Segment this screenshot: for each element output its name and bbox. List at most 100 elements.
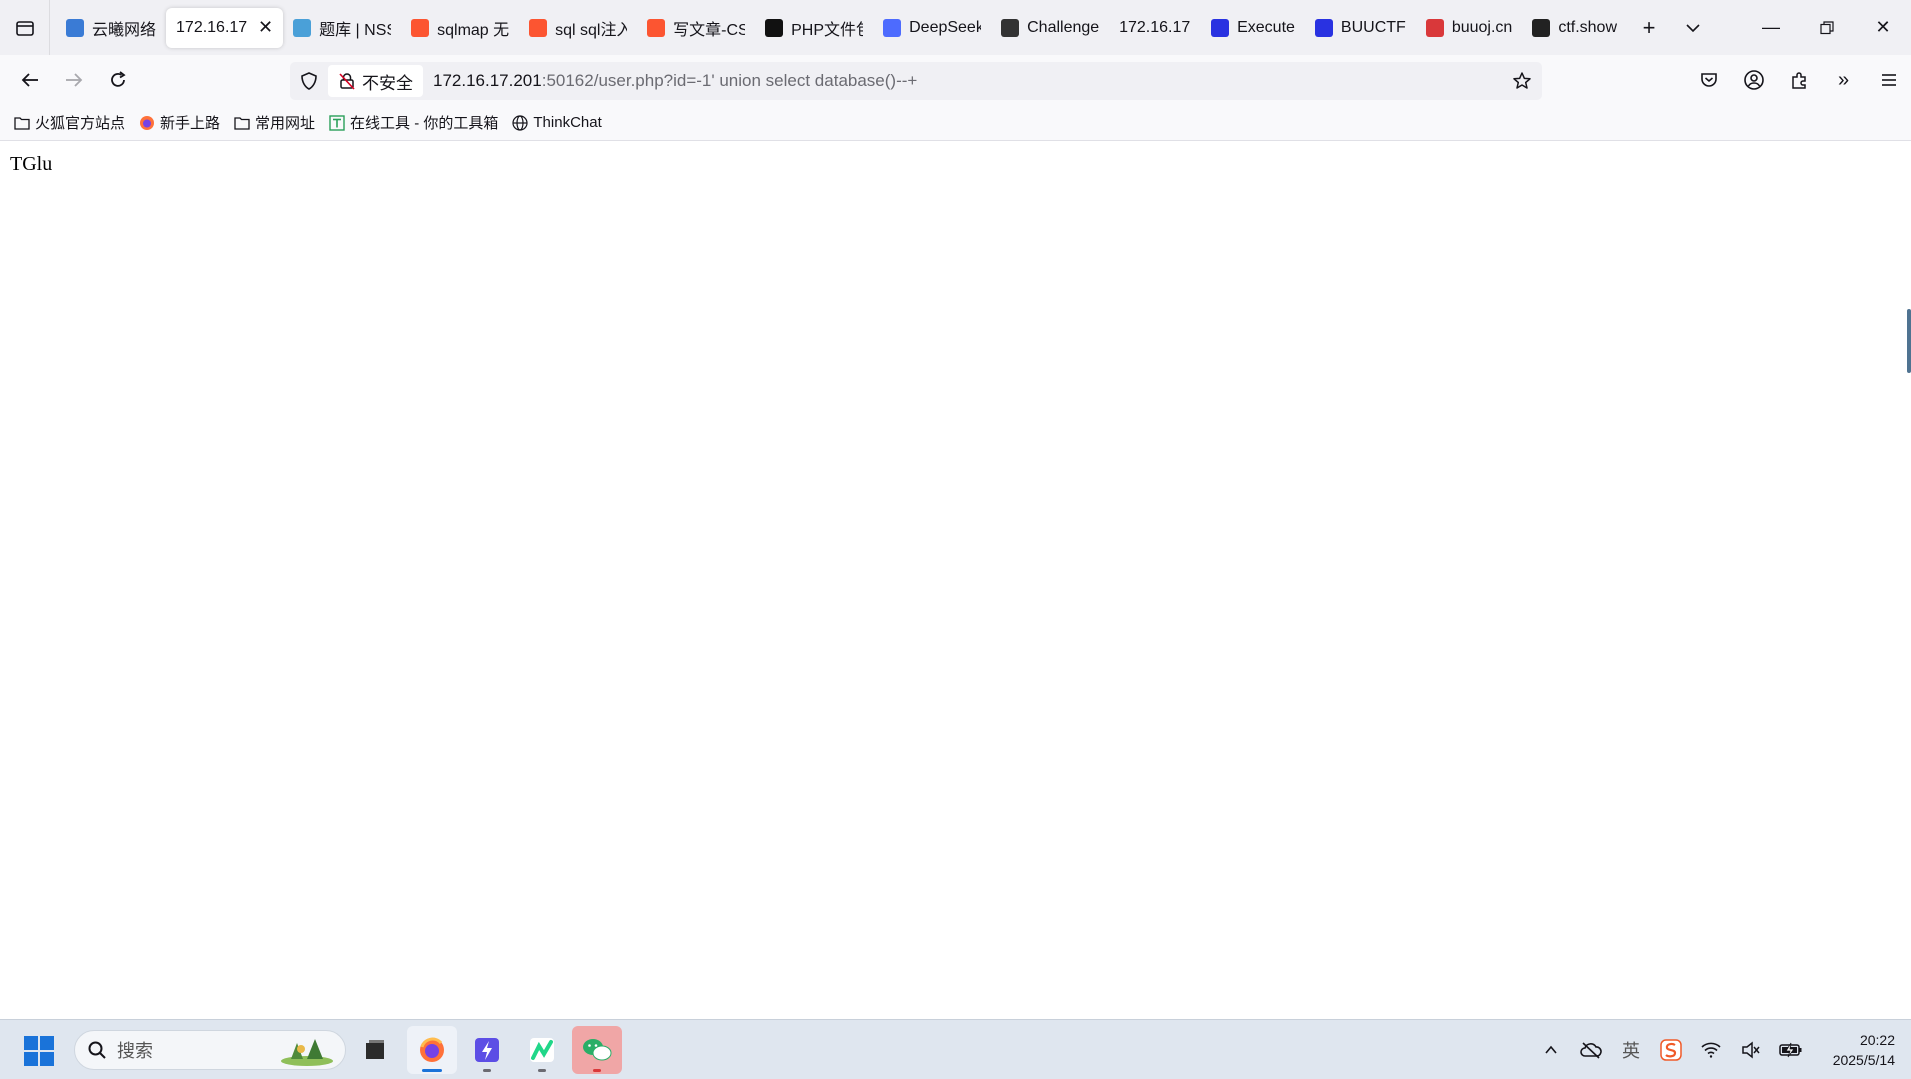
firefox-icon — [139, 115, 155, 131]
clock-date: 2025/5/14 — [1832, 1052, 1895, 1068]
system-tray: 英 20:22 2025/5/14 — [1531, 1020, 1911, 1079]
tab-11[interactable]: BUUCTF — [1305, 8, 1416, 48]
tab-12[interactable]: buuoj.cn — [1416, 8, 1523, 48]
taskbar-app-firefox[interactable] — [407, 1026, 457, 1074]
chevron-down-icon — [1686, 23, 1700, 32]
baidu-icon — [1314, 18, 1333, 37]
buu-icon — [1425, 18, 1444, 37]
search-highlight-icon — [281, 1039, 333, 1066]
app-menu-button[interactable] — [1866, 58, 1911, 102]
volume-button[interactable] — [1731, 1030, 1771, 1070]
back-button[interactable] — [8, 58, 52, 102]
address-bar[interactable]: 不安全 172.16.17.201:50162/user.php?id=-1' … — [290, 62, 1542, 100]
site-security-badge[interactable]: 不安全 — [328, 65, 423, 97]
tab-9[interactable]: 172.16.17.201 — [1109, 8, 1201, 48]
shield-icon — [301, 72, 317, 90]
runner-icon — [1532, 18, 1551, 37]
sidebar-edge-handle[interactable] — [1907, 309, 1911, 373]
bookmark-star-button[interactable] — [1510, 69, 1534, 93]
account-button[interactable] — [1731, 58, 1776, 102]
ime-icon: 英 — [1622, 1041, 1640, 1061]
bookmark-label: ThinkChat — [533, 114, 602, 131]
pocket-icon — [1700, 73, 1717, 87]
tab-3[interactable]: sqlmap 无能的 — [401, 8, 519, 48]
close-tab-icon[interactable]: ✕ — [258, 17, 273, 38]
pocket-button[interactable] — [1686, 58, 1731, 102]
bookmark-item-0[interactable]: 火狐官方站点 — [14, 112, 125, 133]
globe-icon — [293, 18, 312, 37]
tab-13[interactable]: ctf.show — [1522, 8, 1627, 48]
speaker-muted-icon — [1742, 1041, 1760, 1059]
tab-label: DeepSeek — [909, 18, 982, 36]
tab-strip: 云曦网络 172.16.17.201 ✕ 题库 | NSSCTF sqlmap 无能的 s… — [0, 0, 1911, 55]
network-button[interactable] — [1691, 1030, 1731, 1070]
start-button[interactable] — [24, 1036, 54, 1066]
security-label: 不安全 — [362, 73, 413, 93]
taskbar-search-box[interactable]: 搜索 — [74, 1030, 346, 1070]
tab-label: ctf.show — [1558, 18, 1617, 36]
ctf-icon — [1001, 18, 1020, 37]
forward-button[interactable] — [52, 58, 96, 102]
minimize-button[interactable]: — — [1743, 0, 1799, 55]
new-tab-button[interactable]: + — [1627, 0, 1671, 55]
chart-app-icon — [530, 1038, 554, 1062]
tab-10[interactable]: Execute — [1201, 8, 1305, 48]
bookmark-label: 常用网址 — [255, 115, 316, 132]
tab-label: 172.16.17.201 — [1119, 18, 1191, 36]
tab-0[interactable]: 云曦网络 — [56, 8, 166, 48]
tab-list-button[interactable] — [0, 0, 50, 55]
tab-label: Challenges — [1027, 18, 1100, 36]
ime-button[interactable]: 英 — [1611, 1030, 1651, 1070]
overflow-menu-button[interactable]: » — [1821, 58, 1866, 102]
csdn-icon — [411, 18, 430, 37]
url-path: :50162/user.php?id=-1' union select data… — [541, 71, 918, 90]
window-controls: — ✕ — [1743, 0, 1911, 55]
csdn-icon — [529, 18, 548, 37]
tab-label: sqlmap 无能的 — [437, 21, 510, 39]
taskbar-app-wechat[interactable] — [572, 1026, 622, 1074]
tools-icon — [329, 114, 345, 131]
reload-icon — [111, 71, 126, 87]
taskbar-clock[interactable]: 20:22 2025/5/14 — [1811, 1030, 1911, 1070]
taskbar-app-burp[interactable] — [462, 1026, 512, 1074]
reload-button[interactable] — [96, 58, 140, 102]
tab-6[interactable]: PHP文件包含 — [755, 8, 873, 48]
tab-label: Execute — [1237, 18, 1295, 36]
tab-label: 172.16.17.201 — [176, 18, 248, 36]
tab-label: sql sql注入 — [555, 21, 628, 39]
double-chevron-icon: » — [1837, 68, 1850, 91]
tab-list-icon — [15, 20, 34, 36]
cloud-icon — [66, 18, 84, 37]
search-placeholder: 搜索 — [117, 1041, 153, 1061]
tab-2[interactable]: 题库 | NSSCTF — [283, 8, 401, 48]
folder-icon — [14, 116, 30, 130]
close-window-button[interactable]: ✕ — [1855, 0, 1911, 55]
bookmark-item-1[interactable]: 新手上路 — [139, 112, 220, 133]
bookmark-item-4[interactable]: ThinkChat — [512, 114, 602, 131]
sogou-icon — [1660, 1039, 1682, 1061]
onedrive-button[interactable] — [1571, 1030, 1611, 1070]
taskbar-app-pycharm[interactable] — [517, 1026, 567, 1074]
bookmark-item-2[interactable]: 常用网址 — [234, 112, 315, 133]
search-icon — [88, 1041, 106, 1059]
tab-4[interactable]: sql sql注入 — [519, 8, 637, 48]
tab-7[interactable]: DeepSeek — [873, 8, 991, 48]
show-hidden-icons-button[interactable] — [1531, 1030, 1571, 1070]
bookmark-item-3[interactable]: 在线工具 - 你的工具箱 — [329, 112, 498, 133]
tabs-container: 云曦网络 172.16.17.201 ✕ 题库 | NSSCTF sqlmap 无能的 s… — [50, 0, 1627, 55]
extensions-button[interactable] — [1776, 58, 1821, 102]
tab-label: 云曦网络 — [92, 21, 157, 39]
tab-5[interactable]: 写文章-CSDN — [637, 8, 755, 48]
tab-1[interactable]: 172.16.17.201 ✕ — [166, 7, 284, 48]
minimize-icon: — — [1762, 17, 1780, 37]
list-all-tabs-button[interactable] — [1671, 0, 1715, 55]
tab-label: 写文章-CSDN — [673, 21, 746, 39]
tab-8[interactable]: Challenges — [991, 8, 1109, 48]
tracking-protection-button[interactable] — [290, 71, 328, 91]
query-result-text: TGlu — [10, 153, 53, 175]
battery-button[interactable] — [1771, 1030, 1811, 1070]
taskbar-app-task-view[interactable] — [350, 1026, 400, 1074]
url-text[interactable]: 172.16.17.201:50162/user.php?id=-1' unio… — [433, 71, 917, 91]
sogou-input-button[interactable] — [1651, 1030, 1691, 1070]
restore-button[interactable] — [1799, 0, 1855, 55]
